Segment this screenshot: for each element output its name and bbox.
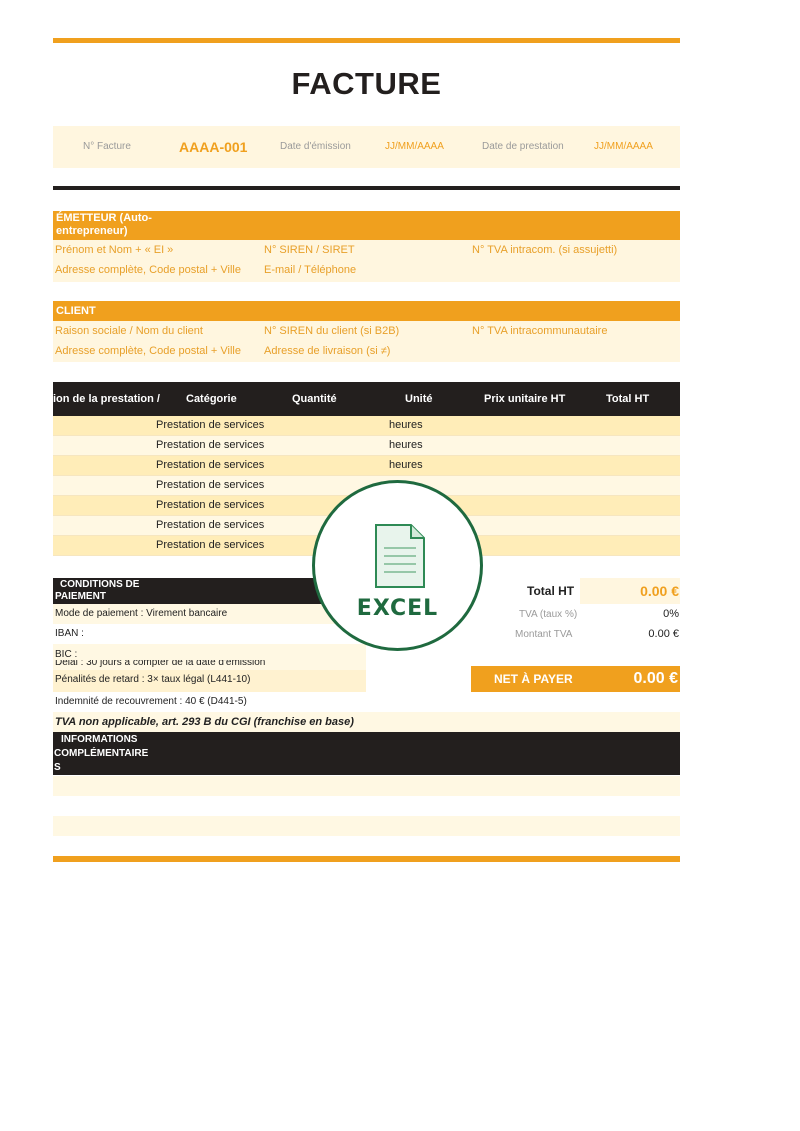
additional-info-line1: INFORMATIONS xyxy=(61,734,138,745)
additional-info-row[interactable] xyxy=(53,776,680,796)
emitter-details: Prénom et Nom + « EI » N° SIREN / SIRET … xyxy=(53,240,680,282)
col-category: Catégorie xyxy=(186,393,237,405)
row-category: Prestation de services xyxy=(156,519,265,531)
net-to-pay-box: NET À PAYER 0.00 € xyxy=(471,666,680,692)
iban-field[interactable]: IBAN : xyxy=(53,624,366,644)
total-ht-value: 0.00 € xyxy=(640,583,679,599)
emitter-name[interactable]: Prénom et Nom + « EI » xyxy=(55,244,173,256)
total-ht-label: Total HT xyxy=(527,584,575,598)
client-details: Raison sociale / Nom du client N° SIREN … xyxy=(53,321,680,362)
additional-info-line2: COMPLÉMENTAIRE xyxy=(54,748,149,759)
client-vat[interactable]: N° TVA intracommunautaire xyxy=(472,325,607,337)
vat-rate-label: TVA (taux %) xyxy=(519,609,578,620)
col-unit-price: Prix unitaire HT xyxy=(484,393,566,405)
payment-delay-text: Délai : 30 jours à compter de la date d'… xyxy=(55,660,266,668)
payment-delay: Délai : 30 jours à compter de la date d'… xyxy=(55,660,265,670)
client-address[interactable]: Adresse complète, Code postal + Ville xyxy=(55,345,241,357)
issue-date-label: Date d'émission xyxy=(280,141,351,152)
vat-amount-label: Montant TVA xyxy=(515,629,573,640)
row-category: Prestation de services xyxy=(156,479,265,491)
service-date-value[interactable]: JJ/MM/AAAA xyxy=(594,126,653,168)
services-table-header: ion de la prestation / Catégorie Quantit… xyxy=(53,382,680,416)
issue-date-value[interactable]: JJ/MM/AAAA xyxy=(385,126,444,168)
spreadsheet-document-icon xyxy=(375,524,425,588)
top-accent-bar xyxy=(53,38,680,43)
emitter-heading-line2: entrepreneur) xyxy=(56,225,128,237)
section-divider xyxy=(53,186,680,190)
emitter-contact[interactable]: E-mail / Téléphone xyxy=(264,264,356,276)
additional-info-line3: S xyxy=(54,762,61,773)
bic-field[interactable]: BIC : Délai : 30 jours à compter de la d… xyxy=(53,644,366,670)
emitter-vat[interactable]: N° TVA intracom. (si assujetti) xyxy=(472,244,617,256)
col-total: Total HT xyxy=(606,393,650,405)
invoice-number-value[interactable]: AAAA-001 xyxy=(179,126,247,168)
net-to-pay-label: NET À PAYER xyxy=(494,672,573,686)
bottom-accent-bar xyxy=(53,856,680,862)
invoice-number-label: N° Facture xyxy=(83,141,131,152)
table-row[interactable]: Prestation de services heures xyxy=(53,436,680,456)
table-row[interactable]: Prestation de services heures xyxy=(53,456,680,476)
row-category: Prestation de services xyxy=(156,439,265,451)
row-category: Prestation de services xyxy=(156,459,265,471)
client-heading: CLIENT xyxy=(53,301,680,321)
col-quantity: Quantité xyxy=(292,393,337,405)
client-siren[interactable]: N° SIREN du client (si B2B) xyxy=(264,325,399,337)
additional-info-row[interactable] xyxy=(53,796,680,816)
vat-exemption-notice: TVA non applicable, art. 293 B du CGI (f… xyxy=(53,712,680,732)
additional-info-heading: INFORMATIONS COMPLÉMENTAIRE S xyxy=(53,732,680,775)
vat-rate-value[interactable]: 0% xyxy=(663,608,679,620)
table-row[interactable]: Prestation de services heures xyxy=(53,416,680,436)
late-penalties[interactable]: Pénalités de retard : 3× taux légal (L44… xyxy=(53,670,366,692)
row-unit: heures xyxy=(389,419,423,431)
row-category: Prestation de services xyxy=(156,499,265,511)
col-unit: Unité xyxy=(405,393,433,405)
service-date-label: Date de prestation xyxy=(482,141,564,152)
page-title: FACTURE xyxy=(291,66,442,101)
recovery-fee[interactable]: Indemnité de recouvrement : 40 € (D441-5… xyxy=(53,692,366,712)
emitter-siren[interactable]: N° SIREN / SIRET xyxy=(264,244,355,256)
row-category: Prestation de services xyxy=(156,419,265,431)
bic-label: BIC : xyxy=(55,649,78,660)
emitter-address[interactable]: Adresse complète, Code postal + Ville xyxy=(55,264,241,276)
row-category: Prestation de services xyxy=(156,539,265,551)
net-to-pay-value: 0.00 € xyxy=(633,670,678,687)
row-unit: heures xyxy=(389,439,423,451)
additional-info-row[interactable] xyxy=(53,816,680,836)
row-unit: heures xyxy=(389,459,423,471)
emitter-heading-line1: ÉMETTEUR (Auto- xyxy=(56,212,152,224)
col-description: ion de la prestation / xyxy=(53,393,160,405)
emitter-heading: ÉMETTEUR (Auto- entrepreneur) xyxy=(53,211,680,240)
client-delivery-address[interactable]: Adresse de livraison (si ≠) xyxy=(264,345,390,357)
vat-amount-value: 0.00 € xyxy=(648,628,679,640)
invoice-info-band: N° Facture AAAA-001 Date d'émission JJ/M… xyxy=(53,126,680,168)
client-name[interactable]: Raison sociale / Nom du client xyxy=(55,325,203,337)
excel-label: EXCEL xyxy=(356,596,439,621)
excel-badge: EXCEL xyxy=(312,480,483,651)
